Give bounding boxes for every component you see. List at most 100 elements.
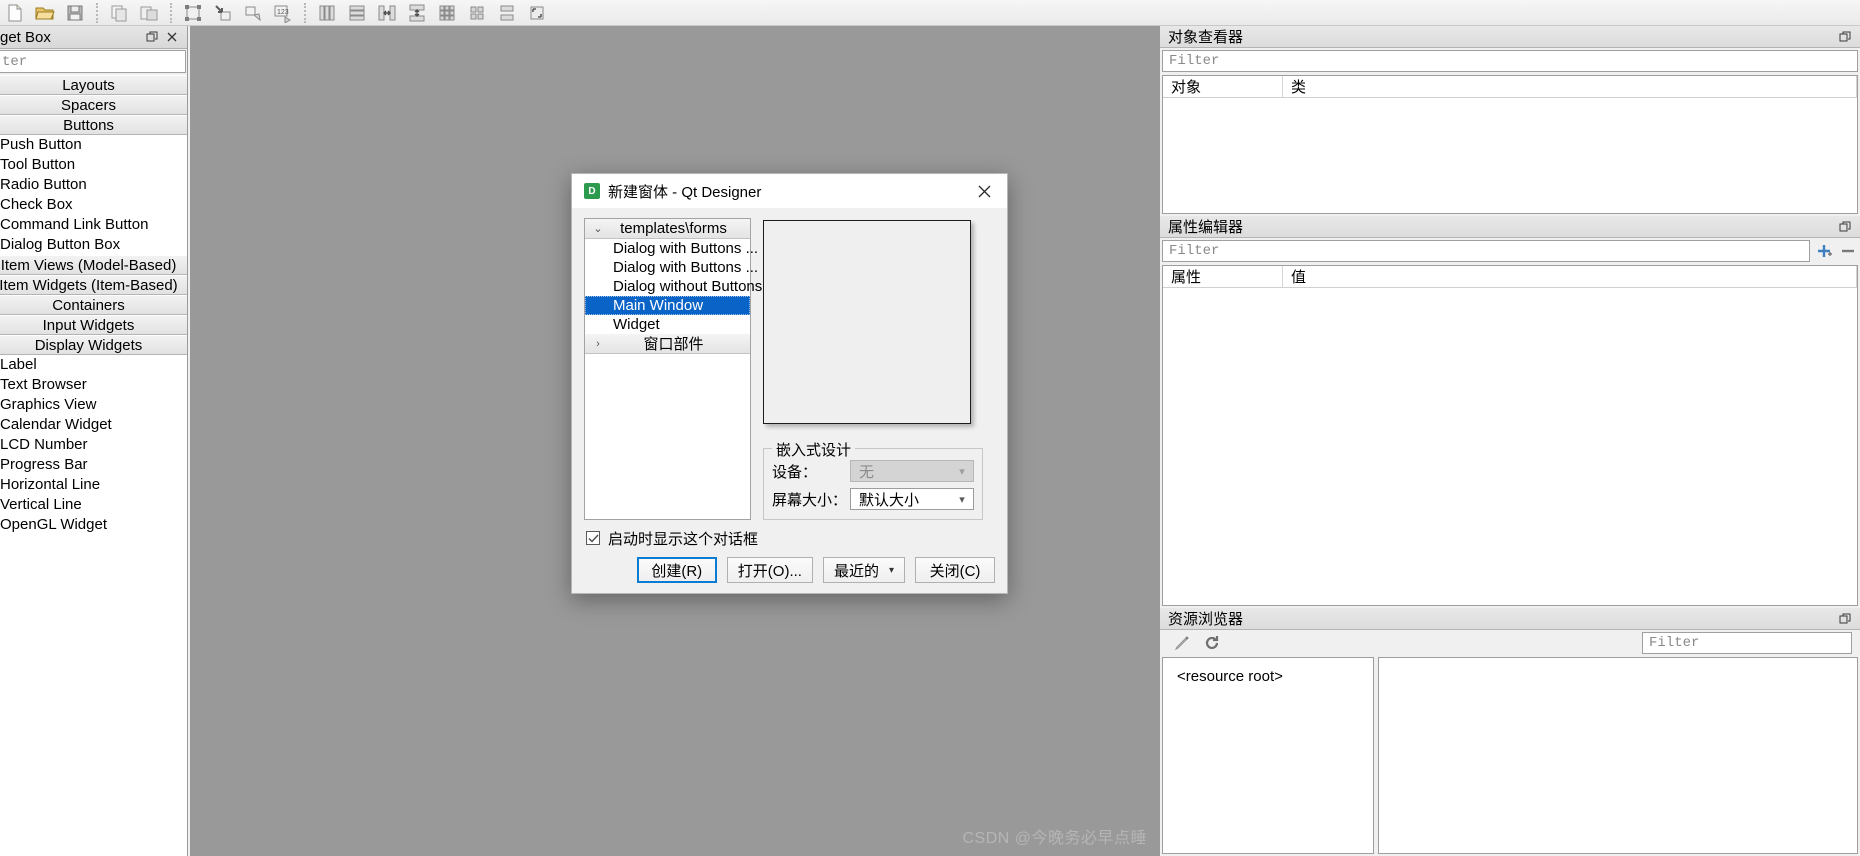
edit-widgets-icon[interactable] — [178, 1, 208, 25]
property-editor-title: 属性编辑器 — [1168, 219, 1244, 236]
tab-order-icon[interactable]: 123 — [268, 1, 298, 25]
widget-item[interactable]: Tool Button — [0, 155, 187, 175]
device-combobox[interactable]: 无 ▾ — [850, 460, 974, 482]
show-on-startup-row[interactable]: 启动时显示这个对话框 — [586, 525, 995, 551]
splitter-horizontal-icon[interactable] — [372, 1, 402, 25]
template-group-row[interactable]: › 窗口部件 — [585, 334, 750, 354]
widget-category-header[interactable]: Spacers — [0, 95, 187, 115]
recent-button[interactable]: 最近的 ▾ — [822, 557, 905, 583]
widget-category-header[interactable]: Buttons — [0, 115, 187, 135]
adjust-size-icon[interactable] — [522, 1, 552, 25]
widget-item[interactable]: Progress Bar — [0, 455, 187, 475]
buddies-icon[interactable] — [238, 1, 268, 25]
template-item[interactable]: Widget — [585, 315, 750, 334]
chevron-right-icon[interactable]: › — [585, 338, 611, 350]
widget-category-header[interactable]: Layouts — [0, 75, 187, 95]
new-file-icon[interactable] — [0, 1, 30, 25]
widget-item[interactable]: Label — [0, 355, 187, 375]
remove-property-icon[interactable] — [1838, 241, 1858, 261]
layout-form-icon[interactable] — [462, 1, 492, 25]
property-editor-panel: 属性编辑器 Filter 属性 值 — [1160, 216, 1860, 608]
break-layout-icon[interactable] — [492, 1, 522, 25]
copy-icon[interactable] — [104, 1, 134, 25]
widget-item[interactable]: Graphics View — [0, 395, 187, 415]
column-object[interactable]: 对象 — [1163, 76, 1283, 97]
template-group-row[interactable]: ⌄ templates\forms — [585, 219, 750, 239]
show-on-startup-checkbox[interactable] — [586, 531, 600, 545]
object-inspector-panel: 对象查看器 Filter 对象 类 — [1160, 26, 1860, 216]
widget-category-header[interactable]: Display Widgets — [0, 335, 187, 355]
widget-item[interactable]: Radio Button — [0, 175, 187, 195]
column-value[interactable]: 值 — [1283, 266, 1857, 287]
widget-category-header[interactable]: Containers — [0, 295, 187, 315]
toolbar-group-layouts — [312, 0, 552, 26]
resource-browser-panel: 资源浏览器 Filter <resource root> — [1160, 608, 1860, 856]
template-item[interactable]: Dialog with Buttons ... — [585, 258, 758, 277]
chevron-down-icon[interactable]: ⌄ — [585, 222, 611, 235]
object-inspector-filter-input[interactable]: Filter — [1162, 50, 1858, 72]
widget-item[interactable]: Horizontal Line — [0, 475, 187, 495]
widget-item[interactable]: Calendar Widget — [0, 415, 187, 435]
widget-box-filter-input[interactable]: ter — [0, 50, 186, 73]
template-tree[interactable]: ⌄ templates\forms Dialog with Buttons ... D… — [584, 218, 762, 520]
save-disk-icon[interactable] — [60, 1, 90, 25]
resource-tree[interactable]: <resource root> — [1162, 657, 1374, 854]
widget-item[interactable]: Push Button — [0, 135, 187, 155]
resource-preview[interactable] — [1378, 657, 1858, 854]
column-class[interactable]: 类 — [1283, 76, 1857, 97]
svg-text:123: 123 — [277, 9, 289, 16]
float-icon[interactable] — [1838, 30, 1852, 44]
widget-item[interactable]: Vertical Line — [0, 495, 187, 515]
screen-size-combobox[interactable]: 默认大小 ▾ — [850, 488, 974, 510]
widget-item[interactable]: Command Link Button — [0, 215, 187, 235]
layout-horizontal-icon[interactable] — [312, 1, 342, 25]
splitter-vertical-icon[interactable] — [402, 1, 432, 25]
resource-root-label[interactable]: <resource root> — [1177, 668, 1283, 685]
signals-slots-icon[interactable] — [208, 1, 238, 25]
template-item-selected[interactable]: Main Window — [585, 296, 750, 315]
layout-grid-icon[interactable] — [432, 1, 462, 25]
create-button[interactable]: 创建(R) — [636, 557, 717, 583]
float-icon[interactable] — [145, 30, 159, 44]
widget-category-header[interactable]: Input Widgets — [0, 315, 187, 335]
widget-category-header[interactable]: Item Widgets (Item-Based) — [0, 275, 187, 295]
widget-category-header[interactable]: Item Views (Model-Based) — [0, 255, 187, 275]
property-editor-table[interactable]: 属性 值 — [1162, 265, 1858, 606]
widget-item[interactable]: LCD Number — [0, 435, 187, 455]
widget-item[interactable]: Check Box — [0, 195, 187, 215]
resource-browser-panels: <resource root> — [1162, 657, 1858, 854]
open-button[interactable]: 打开(O)... — [726, 557, 813, 583]
new-form-dialog: D 新建窗体 - Qt Designer ⌄ templates\forms Dia… — [571, 173, 1008, 594]
widget-item[interactable]: OpenGL Widget — [0, 515, 187, 535]
widget-item[interactable]: Dialog Button Box — [0, 235, 187, 255]
widget-item[interactable]: Text Browser — [0, 375, 187, 395]
object-inspector-table[interactable]: 对象 类 — [1162, 75, 1858, 214]
open-folder-icon[interactable] — [30, 1, 60, 25]
widget-box-list[interactable]: Layouts Spacers Buttons Push Button Tool But… — [0, 75, 187, 856]
edit-resources-icon[interactable] — [1172, 633, 1192, 653]
widget-box-panel: get Box ter Layouts Spacers Buttons Push Bu… — [0, 26, 188, 856]
toolbar-group-form-tools: 123 — [178, 0, 298, 26]
column-property[interactable]: 属性 — [1163, 266, 1283, 287]
object-inspector-title: 对象查看器 — [1168, 29, 1244, 46]
qt-designer-window: 123 get Box ter Layouts Spacers Buttons … — [0, 0, 1860, 856]
embedded-design-title: 嵌入式设计 — [772, 439, 856, 460]
close-icon[interactable] — [165, 30, 179, 44]
property-editor-filter-input[interactable]: Filter — [1162, 240, 1810, 262]
template-item[interactable]: Dialog with Buttons ... — [585, 239, 758, 258]
add-property-icon[interactable] — [1814, 241, 1834, 261]
close-icon[interactable] — [967, 175, 1001, 207]
float-icon[interactable] — [1838, 220, 1852, 234]
template-item[interactable]: Dialog without Buttons — [585, 277, 762, 296]
layout-vertical-icon[interactable] — [342, 1, 372, 25]
reload-resources-icon[interactable] — [1202, 633, 1222, 653]
toolbar-separator — [96, 2, 98, 23]
chevron-down-icon: ▾ — [959, 465, 965, 478]
resource-browser-filter-input[interactable]: Filter — [1642, 632, 1852, 654]
device-row: 设备： 无 ▾ — [772, 459, 974, 483]
paste-icon[interactable] — [134, 1, 164, 25]
create-button-label: 创建(R) — [651, 562, 703, 580]
float-icon[interactable] — [1838, 612, 1852, 626]
close-button[interactable]: 关闭(C) — [915, 557, 995, 583]
resource-browser-title-bar: 资源浏览器 — [1160, 608, 1860, 630]
